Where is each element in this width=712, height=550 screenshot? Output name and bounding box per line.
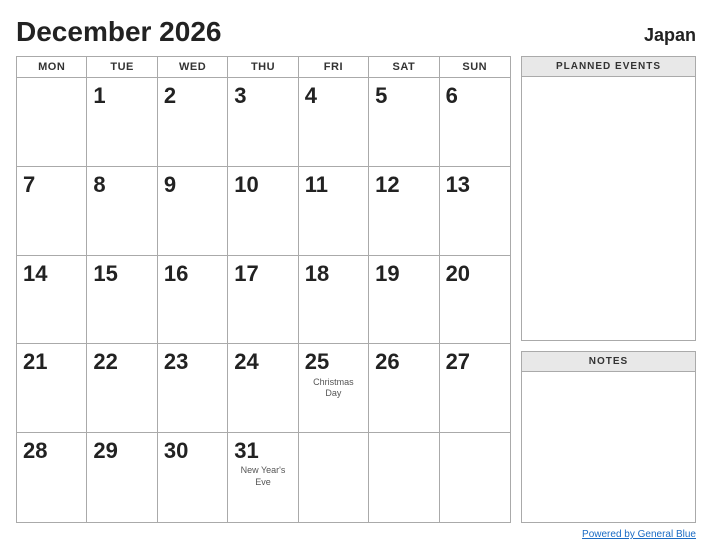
cal-cell: 4: [299, 78, 369, 167]
cal-cell: 27: [440, 344, 510, 433]
day-number: 11: [305, 173, 328, 197]
day-number: 3: [234, 84, 246, 108]
day-number: 21: [23, 350, 47, 374]
cal-cell: [17, 78, 87, 167]
cal-cell: 1: [87, 78, 157, 167]
day-number: 16: [164, 262, 188, 286]
cal-cell: 28: [17, 433, 87, 522]
day-header-fri: FRI: [299, 57, 369, 77]
day-number: 26: [375, 350, 399, 374]
notes-header: NOTES: [522, 352, 695, 372]
day-number: 20: [446, 262, 470, 286]
cal-cell: [369, 433, 439, 522]
cal-cell: 19: [369, 256, 439, 345]
day-number: 24: [234, 350, 258, 374]
day-number: 13: [446, 173, 470, 197]
cal-cell: 24: [228, 344, 298, 433]
day-number: 8: [93, 173, 105, 197]
calendar-grid: 1234567891011121314151617181920212223242…: [17, 78, 510, 522]
day-header-sun: SUN: [440, 57, 510, 77]
cal-cell: 11: [299, 167, 369, 256]
cal-cell: 12: [369, 167, 439, 256]
cal-cell: 6: [440, 78, 510, 167]
notes-body: [522, 372, 695, 522]
cal-cell: [299, 433, 369, 522]
cal-cell: 25 Christmas Day: [299, 344, 369, 433]
cal-cell: 31New Year's Eve: [228, 433, 298, 522]
day-number: 14: [23, 262, 47, 286]
cal-cell: 21: [17, 344, 87, 433]
cal-cell: 30: [158, 433, 228, 522]
day-number: 29: [93, 439, 117, 463]
day-number: 6: [446, 84, 458, 108]
day-header-sat: SAT: [369, 57, 439, 77]
day-number: 22: [93, 350, 117, 374]
day-number: 27: [446, 350, 470, 374]
cal-cell: 22: [87, 344, 157, 433]
day-number: 12: [375, 173, 399, 197]
planned-events-box: PLANNED EVENTS: [521, 56, 696, 341]
cal-cell: 15: [87, 256, 157, 345]
cal-cell: 29: [87, 433, 157, 522]
sidebar: PLANNED EVENTS NOTES: [521, 56, 696, 523]
cal-cell: 14: [17, 256, 87, 345]
day-number: 25: [305, 350, 329, 374]
cal-cell: 26: [369, 344, 439, 433]
cal-cell: 13: [440, 167, 510, 256]
day-header-mon: MON: [17, 57, 87, 77]
event-label: Christmas Day: [305, 377, 362, 400]
day-number: 19: [375, 262, 399, 286]
planned-events-body: [522, 77, 695, 340]
day-number: 23: [164, 350, 188, 374]
day-number: 31: [234, 439, 258, 463]
cal-cell: 16: [158, 256, 228, 345]
month-title: December 2026: [16, 16, 221, 48]
event-label: New Year's Eve: [234, 465, 291, 488]
day-number: 30: [164, 439, 188, 463]
day-headers: MONTUEWEDTHUFRISATSUN: [17, 57, 510, 78]
day-header-wed: WED: [158, 57, 228, 77]
day-number: 18: [305, 262, 329, 286]
day-number: 10: [234, 173, 258, 197]
day-number: 5: [375, 84, 387, 108]
cal-cell: 7: [17, 167, 87, 256]
day-number: 7: [23, 173, 35, 197]
header: December 2026 Japan: [16, 16, 696, 48]
cal-cell: 20: [440, 256, 510, 345]
cal-cell: 9: [158, 167, 228, 256]
day-number: 9: [164, 173, 176, 197]
cal-cell: 18: [299, 256, 369, 345]
day-number: 4: [305, 84, 317, 108]
calendar-area: MONTUEWEDTHUFRISATSUN 123456789101112131…: [16, 56, 511, 523]
cal-cell: 8: [87, 167, 157, 256]
day-number: 17: [234, 262, 258, 286]
day-number: 28: [23, 439, 47, 463]
day-number: 1: [93, 84, 105, 108]
powered-by-link[interactable]: Powered by General Blue: [582, 529, 696, 540]
country-title: Japan: [644, 25, 696, 46]
day-header-tue: TUE: [87, 57, 157, 77]
planned-events-header: PLANNED EVENTS: [522, 57, 695, 77]
day-number: 2: [164, 84, 176, 108]
cal-cell: 2: [158, 78, 228, 167]
cal-cell: 5: [369, 78, 439, 167]
main-content: MONTUEWEDTHUFRISATSUN 123456789101112131…: [16, 56, 696, 523]
day-number: 15: [93, 262, 117, 286]
footer: Powered by General Blue: [16, 529, 696, 540]
cal-cell: 17: [228, 256, 298, 345]
cal-cell: [440, 433, 510, 522]
cal-cell: 3: [228, 78, 298, 167]
notes-box: NOTES: [521, 351, 696, 523]
cal-cell: 23: [158, 344, 228, 433]
cal-cell: 10: [228, 167, 298, 256]
calendar-page: December 2026 Japan MONTUEWEDTHUFRISATSU…: [0, 0, 712, 550]
day-header-thu: THU: [228, 57, 298, 77]
